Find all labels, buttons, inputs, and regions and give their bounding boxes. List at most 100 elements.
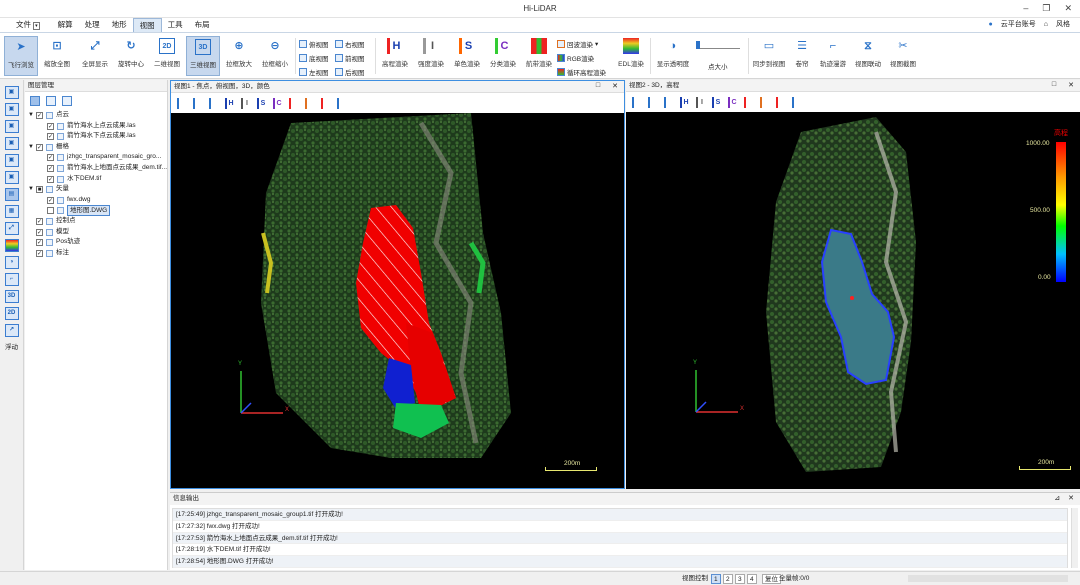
layer-tool-icon-3[interactable] [62, 96, 72, 106]
viewport-tool-icon[interactable]: C [273, 97, 283, 109]
layer-tree-item[interactable]: ✓ Pos轨迹 [25, 237, 167, 248]
viewport-tool-icon[interactable] [209, 97, 219, 109]
display-opacity-button[interactable]: ◑ 显示透明度 [654, 36, 692, 76]
layer-tree-item[interactable]: ✓ fwx.dwg [25, 195, 167, 206]
3d-small-icon[interactable]: 3D [4, 290, 19, 303]
layer-checkbox[interactable]: ✓ [36, 112, 43, 119]
layer-checkbox[interactable]: ✓ [36, 217, 43, 225]
single-color-render-button[interactable]: S 单色渲染 [450, 36, 484, 76]
right-view-button[interactable]: 右视图 [335, 37, 365, 50]
map-icon[interactable]: ▦ [4, 205, 19, 218]
viewport-tool-icon[interactable]: S [712, 96, 722, 108]
rgb-render-button[interactable]: RGB渲染 [557, 51, 594, 64]
menu-terrain[interactable]: 地形 [106, 18, 133, 32]
opacity-small-icon[interactable]: ◑ [4, 256, 19, 269]
swipe-button[interactable]: ☰ 卷帘 [785, 36, 819, 76]
2d-view-button[interactable]: 2D 二维视图 [150, 36, 184, 76]
cube-icon-4[interactable]: ▣ [4, 137, 19, 150]
output-close-icon[interactable]: ✕ [1068, 493, 1074, 505]
viewport-tool-icon[interactable] [305, 97, 315, 109]
vp1-close-icon[interactable]: ✕ [612, 82, 618, 90]
cycle-elevation-render-button[interactable]: 循环高程渲染 [557, 65, 606, 78]
layer-checkbox[interactable] [47, 207, 54, 215]
layer-checkbox[interactable]: ✓ [36, 143, 43, 151]
view-link-button[interactable]: ⧖ 视图联动 [851, 36, 885, 76]
expand-arrow-icon[interactable]: ▼ [28, 142, 34, 153]
layer-tree-item[interactable]: ✓ 模型 [25, 227, 167, 238]
fullscreen-button[interactable]: ⤢ 全屏显示 [78, 36, 112, 76]
vp2-restore-icon[interactable]: □ [1052, 81, 1056, 89]
back-view-button[interactable]: 后视图 [335, 65, 365, 78]
fly-browse-button[interactable]: ➤ 飞行浏览 [4, 36, 38, 76]
bottom-view-button[interactable]: 底视图 [299, 51, 329, 64]
viewport-tool-icon[interactable] [648, 96, 658, 108]
vp1-restore-icon[interactable]: □ [596, 82, 600, 90]
float-toggle[interactable]: 浮动 [0, 341, 23, 351]
layer-checkbox[interactable]: ✓ [47, 154, 54, 162]
viewport-tool-icon[interactable]: I [696, 96, 706, 108]
viewport-tool-icon[interactable]: S [257, 97, 267, 109]
viewport-tool-icon[interactable] [792, 96, 802, 108]
layer-checkbox[interactable]: ✓ [47, 122, 54, 130]
layer-tool-icon-1[interactable] [30, 96, 40, 106]
left-view-button[interactable]: 左视图 [299, 65, 329, 78]
layer-checkbox[interactable]: ✓ [47, 196, 54, 204]
point-size-slider[interactable] [696, 41, 740, 49]
3d-view-button[interactable]: 3D 三维视图 [186, 36, 220, 76]
layer-checkbox[interactable]: ✓ [47, 175, 54, 183]
classify-render-button[interactable]: C 分类渲染 [486, 36, 520, 76]
layer-checkbox[interactable]: ✓ [36, 239, 43, 247]
minimize-icon[interactable]: – [1023, 3, 1028, 14]
cube-icon-3[interactable]: ▣ [4, 120, 19, 133]
menu-file[interactable]: 文件 ▾ [10, 18, 46, 32]
strip-render-button[interactable]: ▮航带渲染 [522, 36, 556, 76]
point-size-slider-handle[interactable] [696, 41, 700, 49]
style-menu[interactable]: 风格 [1056, 19, 1070, 29]
menu-process[interactable]: 处理 [79, 18, 106, 32]
view-page-2[interactable]: 2 [723, 574, 733, 584]
expand-arrow-icon[interactable]: ▼ [28, 184, 34, 195]
track-small-icon[interactable]: ⌐ [4, 273, 19, 286]
layer-panel-icon[interactable]: ▤ [4, 188, 19, 201]
rotate-center-button[interactable]: ↻ 旋转中心 [114, 36, 148, 76]
viewport-tool-icon[interactable] [744, 96, 754, 108]
output-scrollbar[interactable] [1071, 508, 1078, 568]
cube-icon-5[interactable]: ▣ [4, 154, 19, 167]
viewport-2[interactable]: 视图2 - 3D，高程 □ ✕ HISC X Y 高程 1000.00 500.… [626, 80, 1080, 489]
elevation-render-button[interactable]: H 高程渲染 [378, 36, 412, 76]
viewport-tool-icon[interactable] [632, 96, 642, 108]
viewport-tool-icon[interactable] [321, 97, 331, 109]
intensity-render-button[interactable]: I 强度渲染 [414, 36, 448, 76]
menu-view[interactable]: 视图 [132, 18, 162, 32]
layer-tree-item[interactable]: ▼ ✓ 栅格 [25, 142, 167, 153]
layer-tree-item[interactable]: ✓ 箭竹海水上点云成果.las [25, 121, 167, 132]
echo-render-button[interactable]: 回波渲染 ▾ [557, 37, 598, 50]
box-zoom-out-button[interactable]: ⊖ 拉框缩小 [258, 36, 292, 76]
layer-tree-item[interactable]: 地形图.DWG [25, 205, 167, 216]
viewport-tool-icon[interactable] [760, 96, 770, 108]
2d-small-icon[interactable]: 2D [4, 307, 19, 320]
view-page-3[interactable]: 3 [735, 574, 745, 584]
viewport-tool-icon[interactable]: I [241, 97, 251, 109]
layer-checkbox[interactable]: ✓ [36, 228, 43, 236]
cube-icon-2[interactable]: ▣ [4, 103, 19, 116]
viewport-tool-icon[interactable]: C [728, 96, 738, 108]
layer-tree-item[interactable]: ✓ 箭竹海水上地面点云成果_dem.tif... [25, 163, 167, 174]
chart-small-icon[interactable]: ↗ [4, 324, 19, 337]
front-view-button[interactable]: 前视图 [335, 51, 365, 64]
viewport-tool-icon[interactable] [289, 97, 299, 109]
layer-checkbox[interactable]: ✓ [47, 133, 54, 141]
close-icon[interactable]: ✕ [1064, 3, 1072, 14]
cloud-account-link[interactable]: 云平台账号 [1001, 19, 1036, 29]
viewport-2-scene[interactable]: X Y 高程 1000.00 500.00 0.00 200m [626, 112, 1080, 489]
viewport-tool-icon[interactable] [177, 97, 187, 109]
track-roam-button[interactable]: ⌐ 轨迹漫游 [816, 36, 850, 76]
vp2-close-icon[interactable]: ✕ [1068, 81, 1074, 89]
zoom-all-button[interactable]: ⊡ 缩放全图 [40, 36, 74, 76]
edl-small-icon[interactable] [4, 239, 19, 252]
menu-solve[interactable]: 解算 [52, 18, 79, 32]
layer-checkbox[interactable]: ✓ [36, 249, 43, 257]
layer-tree-item[interactable]: ✓ 箭竹海水下点云成果.las [25, 131, 167, 142]
view-page-1[interactable]: 1 [711, 574, 721, 584]
layer-tree-item[interactable]: ✓ 标注 [25, 248, 167, 259]
